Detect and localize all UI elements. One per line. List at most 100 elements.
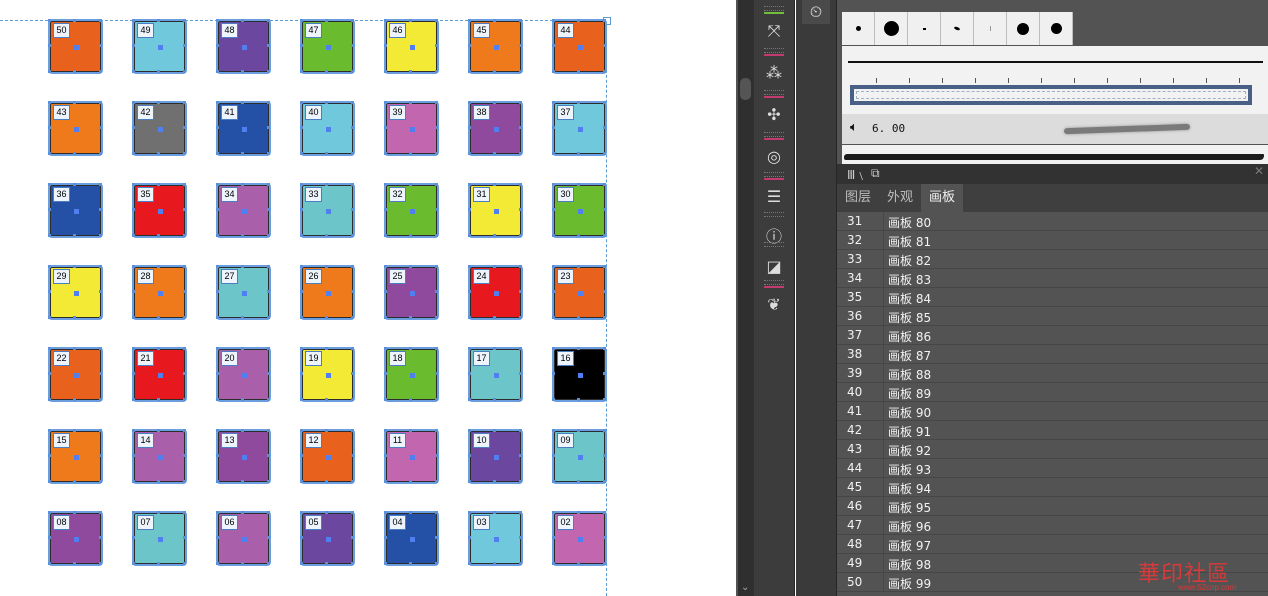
brush-calligraphic[interactable]: 🔈︎ 6. 00 [842,114,1268,144]
resize-handle[interactable] [267,19,270,22]
resize-handle[interactable] [603,480,606,483]
resize-handle[interactable] [132,183,135,186]
resize-handle[interactable] [552,70,555,73]
resize-handle[interactable] [603,398,606,401]
artboard-center-point[interactable] [157,208,163,214]
resize-handle[interactable] [603,265,606,268]
artboard-28[interactable]: 28 [132,265,187,320]
symbol-sprayer-icon[interactable]: ⁂ [758,56,790,90]
artboard-number-label[interactable]: 21 [137,351,154,366]
artboard-list[interactable]: 31 画板 80 32 画板 81 33 画板 82 34 画板 83 35 画板 84 36 画板 … [837,212,1268,596]
resize-handle[interactable] [183,454,186,457]
resize-handle[interactable] [157,70,160,73]
artboard-14[interactable]: 14 [132,429,187,484]
resize-handle[interactable] [493,183,496,186]
artboard-name[interactable]: 画板 89 [888,385,931,402]
artboard-center-point[interactable] [409,536,415,542]
resize-handle[interactable] [435,234,438,237]
resize-handle[interactable] [157,480,160,483]
resize-handle[interactable] [241,347,244,350]
artboard-center-point[interactable] [493,290,499,296]
resize-handle[interactable] [183,44,186,47]
resize-handle[interactable] [267,454,270,457]
resize-handle[interactable] [157,19,160,22]
resize-handle[interactable] [267,126,270,129]
resize-handle[interactable] [519,562,522,565]
resize-handle[interactable] [493,480,496,483]
resize-handle[interactable] [267,316,270,319]
resize-handle[interactable] [216,398,219,401]
artboard-center-point[interactable] [577,290,583,296]
resize-handle[interactable] [577,398,580,401]
resize-handle[interactable] [519,347,522,350]
artboard-13[interactable]: 13 [216,429,271,484]
resize-handle[interactable] [157,234,160,237]
resize-handle[interactable] [468,290,471,293]
list-item[interactable]: 46 画板 95 [837,497,1268,516]
artboard-center-point[interactable] [409,372,415,378]
resize-handle[interactable] [132,126,135,129]
artboard-center-point[interactable] [493,126,499,132]
resize-handle[interactable] [468,265,471,268]
resize-handle[interactable] [351,562,354,565]
list-item[interactable]: 43 画板 92 [837,440,1268,459]
artboard-number-label[interactable]: 34 [221,187,238,202]
resize-handle[interactable] [493,511,496,514]
artboard-number-label[interactable]: 27 [221,269,238,284]
artboard-name[interactable]: 画板 83 [888,271,931,288]
resize-handle[interactable] [435,316,438,319]
resize-handle[interactable] [552,511,555,514]
resize-handle[interactable] [183,347,186,350]
artboard-number-label[interactable]: 48 [221,23,238,38]
clock-icon[interactable]: ⏲ [802,0,830,24]
resize-handle[interactable] [241,234,244,237]
artboard-number-label[interactable]: 08 [53,515,70,530]
resize-handle[interactable] [435,480,438,483]
resize-handle[interactable] [351,44,354,47]
resize-handle[interactable] [351,347,354,350]
resize-handle[interactable] [384,454,387,457]
artboard-center-point[interactable] [241,44,247,50]
resize-handle[interactable] [468,152,471,155]
resize-handle[interactable] [267,70,270,73]
artboard-center-point[interactable] [577,372,583,378]
resize-handle[interactable] [493,347,496,350]
resize-handle[interactable] [435,511,438,514]
resize-handle[interactable] [267,265,270,268]
resize-handle[interactable] [519,44,522,47]
resize-handle[interactable] [409,101,412,104]
resize-handle[interactable] [99,480,102,483]
artboard-number-label[interactable]: 41 [221,105,238,120]
resize-handle[interactable] [183,562,186,565]
resize-handle[interactable] [493,152,496,155]
resize-handle[interactable] [351,183,354,186]
artboard-number-label[interactable]: 42 [137,105,154,120]
resize-handle[interactable] [300,126,303,129]
resize-handle[interactable] [552,398,555,401]
resize-handle[interactable] [384,480,387,483]
resize-handle[interactable] [132,44,135,47]
resize-handle[interactable] [603,511,606,514]
artboard-center-point[interactable] [157,44,163,50]
artboard-name[interactable]: 画板 97 [888,537,931,554]
artboard-canvas[interactable]: 50 49 48 47 46 45 44 43 42 41 40 39 38 37 36 35 34 33 32 31… [0,0,736,596]
resize-handle[interactable] [300,429,303,432]
resize-handle[interactable] [552,208,555,211]
resize-handle[interactable] [99,183,102,186]
artboard-center-point[interactable] [409,290,415,296]
artboard-35[interactable]: 35 [132,183,187,238]
resize-handle[interactable] [216,126,219,129]
resize-handle[interactable] [603,316,606,319]
artboard-03[interactable]: 03 [468,511,523,566]
artboard-number-label[interactable]: 07 [137,515,154,530]
resize-handle[interactable] [468,562,471,565]
resize-handle[interactable] [577,429,580,432]
resize-handle[interactable] [99,316,102,319]
artboard-22[interactable]: 22 [48,347,103,402]
resize-handle[interactable] [325,183,328,186]
artboard-name[interactable]: 画板 81 [888,233,931,250]
puppet-warp-icon[interactable]: ✣ [758,98,790,132]
resize-handle[interactable] [577,562,580,565]
resize-handle[interactable] [351,290,354,293]
cc-libraries-icon[interactable]: ⧉ [871,166,880,181]
